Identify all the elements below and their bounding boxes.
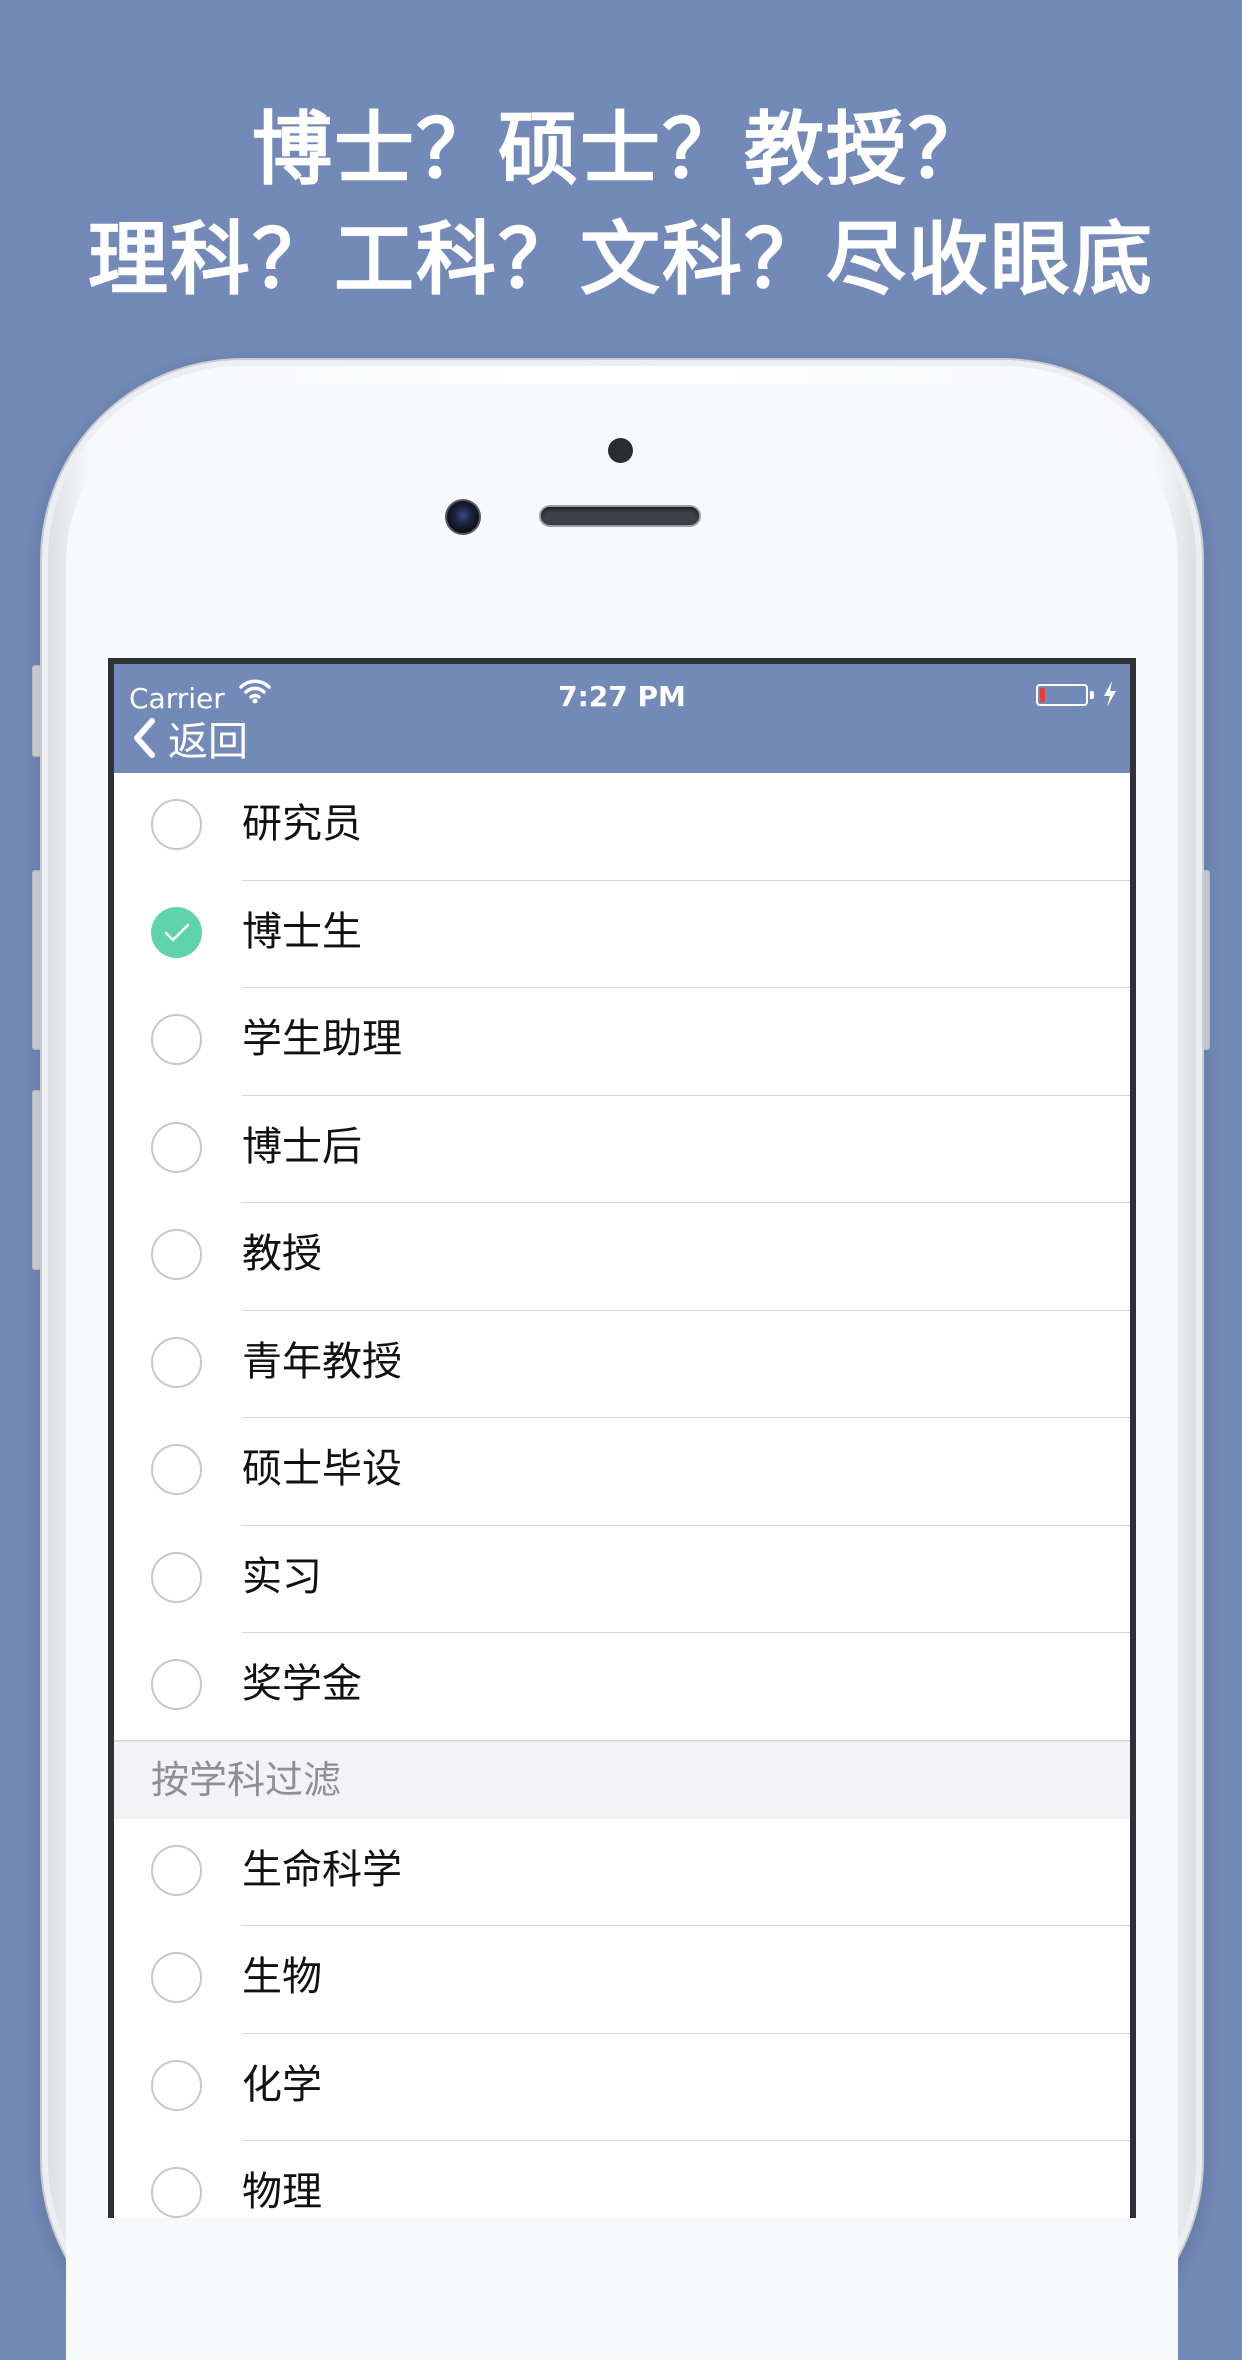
headline-line-2: 理科？工科？文科？尽收眼底 [88, 213, 1154, 306]
list-item[interactable]: 教授 [114, 1203, 1130, 1311]
radio-unchecked-icon[interactable] [151, 799, 202, 850]
radio-unchecked-icon[interactable] [151, 1014, 202, 1065]
radio-unchecked-icon[interactable] [151, 1336, 202, 1388]
list-item[interactable]: 奖学金 [114, 1633, 1130, 1741]
list-item[interactable]: 博士生 [114, 880, 1130, 988]
section-header-subject: 按学科过滤 [114, 1740, 1130, 1819]
volume-down-button [32, 1090, 42, 1270]
headline-line-1: 博士？硕士？教授？ [252, 103, 990, 196]
list-item-label: 博士后 [242, 1123, 362, 1170]
list-item[interactable]: 学生助理 [114, 988, 1130, 1096]
status-time: 7:27 PM [558, 680, 686, 713]
list-item-label: 研究员 [242, 801, 362, 847]
list-item-label: 奖学金 [242, 1661, 362, 1707]
list-item-label: 教授 [242, 1231, 322, 1277]
list-item[interactable]: 博士后 [114, 1095, 1130, 1203]
list-item[interactable]: 生命科学 [114, 1818, 1130, 1926]
battery-level-fill [1040, 688, 1045, 702]
chevron-left-icon [134, 718, 155, 758]
earpiece-speaker [541, 507, 699, 525]
radio-checked-icon[interactable] [151, 906, 202, 958]
radio-unchecked-icon[interactable] [151, 1229, 202, 1280]
filter-list: 研究员 博士生 学生助理 博士后 教授 青年教授 硕士毕设 实习 奖学金 按学科… [114, 773, 1130, 2218]
front-camera-icon [445, 499, 481, 535]
list-item[interactable]: 青年教授 [114, 1310, 1130, 1418]
back-label: 返回 [168, 719, 248, 765]
radio-unchecked-icon[interactable] [151, 1952, 202, 2003]
radio-unchecked-icon[interactable] [151, 2167, 202, 2218]
back-button[interactable]: 返回 [132, 712, 248, 765]
list-item-label: 博士生 [242, 908, 362, 955]
radio-unchecked-icon[interactable] [151, 1844, 202, 1896]
app-screen: Carrier 7:27 PM 返回 研究员 博士生 学生助理 博士后 教授 青… [114, 664, 1130, 2218]
list-item[interactable]: 物理 [114, 2141, 1130, 2218]
list-item-label: 物理 [242, 2169, 322, 2215]
radio-unchecked-icon[interactable] [151, 2059, 202, 2111]
list-item[interactable]: 生物 [114, 1926, 1130, 2034]
checkmark-icon [164, 923, 190, 941]
list-item-label: 生命科学 [242, 1846, 402, 1893]
radio-unchecked-icon[interactable] [151, 1121, 202, 1173]
volume-up-button [32, 870, 42, 1050]
mute-switch [32, 665, 42, 757]
list-item-label: 实习 [242, 1553, 322, 1600]
battery-tip [1090, 691, 1094, 699]
section-header-label: 按学科过滤 [151, 1757, 342, 1802]
radio-unchecked-icon[interactable] [151, 1659, 202, 1710]
list-item-label: 化学 [242, 2061, 322, 2108]
list-item-label: 学生助理 [242, 1016, 402, 1062]
list-item-label: 青年教授 [242, 1338, 402, 1385]
list-item[interactable]: 硕士毕设 [114, 1418, 1130, 1526]
radio-unchecked-icon[interactable] [151, 1551, 202, 1603]
list-item-label: 硕士毕设 [242, 1446, 402, 1492]
list-item[interactable]: 化学 [114, 2033, 1130, 2141]
radio-unchecked-icon[interactable] [151, 1444, 202, 1495]
charging-bolt-icon [1104, 681, 1116, 707]
phone-screen: Carrier 7:27 PM 返回 研究员 博士生 学生助理 博士后 教授 青… [108, 658, 1136, 2218]
navigation-bar: Carrier 7:27 PM 返回 [114, 664, 1130, 773]
list-item-label: 生物 [242, 1954, 322, 2000]
battery-icon [1036, 684, 1088, 706]
proximity-sensor [608, 438, 633, 463]
list-item[interactable]: 实习 [114, 1525, 1130, 1633]
list-item[interactable]: 研究员 [114, 773, 1130, 881]
